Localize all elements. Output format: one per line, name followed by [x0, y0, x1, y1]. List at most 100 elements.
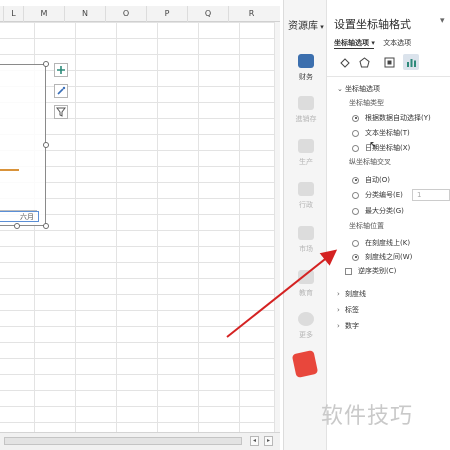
column-header-r[interactable]: R: [229, 6, 274, 22]
scroll-left-arrow-icon[interactable]: ◂: [250, 436, 259, 446]
sheet-vertical-scrollbar[interactable]: [274, 22, 280, 432]
resize-handle-top-right[interactable]: [43, 61, 49, 67]
checkbox-reverse-order[interactable]: 逆序类别(C): [345, 266, 396, 276]
resource-item-production[interactable]: 生产: [284, 139, 328, 167]
radio-date-axis[interactable]: 日期坐标轴(X): [352, 143, 410, 153]
radio-button[interactable]: [352, 253, 359, 261]
chevron-down-icon: ⌄: [337, 85, 343, 93]
resource-library-menu[interactable]: 资源库 ▾: [288, 17, 324, 32]
pane-divider: [327, 76, 450, 77]
resource-item-more[interactable]: 更多: [284, 312, 328, 340]
radio-button[interactable]: [352, 129, 359, 137]
more-icon: [298, 312, 314, 326]
resource-library-title: 资源库: [288, 21, 318, 32]
fill-icon[interactable]: [336, 54, 352, 70]
resize-handle-bottom-right[interactable]: [43, 223, 49, 229]
resource-item-label: 進销存: [295, 115, 317, 123]
resource-item-label: 更多: [299, 331, 313, 339]
selected-axis-frame[interactable]: 六月: [0, 211, 39, 222]
chart-object[interactable]: 六月: [0, 61, 49, 229]
section-labels[interactable]: › 标签: [337, 305, 359, 315]
radio-category-number-label: 分类编号(E): [365, 191, 403, 199]
tab-text-options[interactable]: 文本选项: [383, 38, 411, 48]
resource-item-label: 财务: [299, 73, 313, 81]
scroll-right-arrow-icon[interactable]: ▸: [264, 436, 273, 446]
size-properties-icon[interactable]: [381, 54, 397, 70]
effects-icon[interactable]: [356, 54, 372, 70]
brush-icon: [57, 86, 66, 95]
section-number-label: 数字: [345, 322, 359, 330]
column-header-m[interactable]: M: [24, 6, 65, 22]
radio-between-tick-marks-label: 刻度线之间(W): [365, 253, 413, 261]
radio-button[interactable]: [352, 114, 359, 122]
education-icon: [298, 270, 314, 284]
pane-menu-icon[interactable]: ▾: [440, 16, 445, 26]
section-tick-marks-label: 刻度线: [345, 290, 366, 298]
column-header-o[interactable]: O: [106, 6, 147, 22]
tab-axis-options[interactable]: 坐标轴选项 ▾: [334, 38, 375, 48]
category-number-input[interactable]: 1: [412, 189, 450, 201]
column-header-l[interactable]: L: [4, 6, 24, 22]
radio-category-number[interactable]: 分类编号(E): [352, 190, 403, 200]
chart-series-line[interactable]: [0, 169, 19, 171]
pane-tabs: 坐标轴选项 ▾ 文本选项: [334, 38, 417, 48]
resource-item-education[interactable]: 教育: [284, 270, 328, 298]
pane-title: 设置坐标轴格式: [334, 18, 411, 31]
section-tick-marks[interactable]: › 刻度线: [337, 289, 366, 299]
dropdown-arrow-icon: ▾: [318, 23, 324, 31]
column-header-p[interactable]: P: [147, 6, 188, 22]
resource-item-market[interactable]: 市场: [284, 226, 328, 254]
format-axis-pane: 设置坐标轴格式 ▾ 坐标轴选项 ▾ 文本选项 ⌄ 坐标轴选项 坐标轴类型 根据数…: [327, 0, 450, 450]
radio-cross-auto[interactable]: 自动(O): [352, 175, 390, 185]
resource-item-finance[interactable]: 财务: [284, 54, 328, 82]
resize-handle-right[interactable]: [43, 142, 49, 148]
production-icon: [298, 139, 314, 153]
resource-item-inventory[interactable]: 進销存: [284, 96, 328, 124]
chart-styles-button[interactable]: [54, 84, 68, 98]
horizontal-scroll-thumb[interactable]: [4, 437, 242, 445]
checkbox-reverse-order-label: 逆序类别(C): [358, 267, 397, 275]
resource-item-admin[interactable]: 行政: [284, 182, 328, 210]
radio-on-tick-marks[interactable]: 在刻度线上(K): [352, 238, 410, 248]
checkbox[interactable]: [345, 267, 352, 275]
column-header-q[interactable]: Q: [188, 6, 229, 22]
filter-icon: [56, 107, 66, 117]
radio-auto-select-label: 根据数据自动选择(Y): [365, 114, 431, 122]
chevron-right-icon: ›: [337, 322, 340, 330]
radio-max-category[interactable]: 最大分类(G): [352, 206, 404, 216]
radio-button[interactable]: [352, 191, 359, 199]
resource-item-label: 生产: [299, 158, 313, 166]
axis-tick-label: 六月: [20, 213, 34, 221]
radio-button[interactable]: [352, 239, 359, 247]
radio-text-axis[interactable]: 文本坐标轴(T): [352, 128, 410, 138]
column-header-row: L M N O P Q R: [0, 6, 280, 22]
resource-item-label: 市场: [299, 245, 313, 253]
axis-options-icon[interactable]: [403, 54, 419, 70]
radio-auto-select[interactable]: 根据数据自动选择(Y): [352, 113, 431, 123]
column-header-n[interactable]: N: [65, 6, 106, 22]
admin-icon: [298, 182, 314, 196]
resource-sidebar: 资源库 ▾ 财务 進销存 生产 行政 市场 教育 更多: [283, 0, 327, 450]
resource-item-label: 教育: [299, 289, 313, 297]
radio-between-tick-marks[interactable]: 刻度线之间(W): [352, 252, 412, 262]
horizontal-scrollbar[interactable]: ◂ ▸: [0, 432, 280, 450]
chart-elements-button[interactable]: [54, 63, 68, 77]
radio-button[interactable]: [352, 176, 359, 184]
spreadsheet-area: L M N O P Q R 六月 ◂ ▸: [0, 0, 280, 450]
chart-filter-button[interactable]: [54, 105, 68, 119]
vertical-cross-group-label: 纵坐标轴交叉: [349, 158, 391, 166]
app-window: L M N O P Q R 六月 ◂ ▸ 资源库 ▾ 财务 進销存 生产 行政 …: [0, 0, 450, 450]
section-axis-options-label: 坐标轴选项: [345, 85, 380, 93]
radio-button[interactable]: [352, 144, 359, 152]
section-axis-options[interactable]: ⌄ 坐标轴选项: [337, 84, 380, 94]
mouse-cursor-icon: ↖: [369, 140, 378, 151]
red-envelope-icon[interactable]: [291, 349, 319, 379]
watermark-text: 软件技巧: [321, 404, 414, 429]
section-number[interactable]: › 数字: [337, 321, 359, 331]
chevron-right-icon: ›: [337, 306, 340, 314]
market-icon: [298, 226, 314, 240]
resize-handle-bottom[interactable]: [14, 223, 20, 229]
radio-button[interactable]: [352, 207, 359, 215]
axis-type-group-label: 坐标轴类型: [349, 99, 384, 107]
tab-axis-options-label: 坐标轴选项: [334, 39, 369, 47]
